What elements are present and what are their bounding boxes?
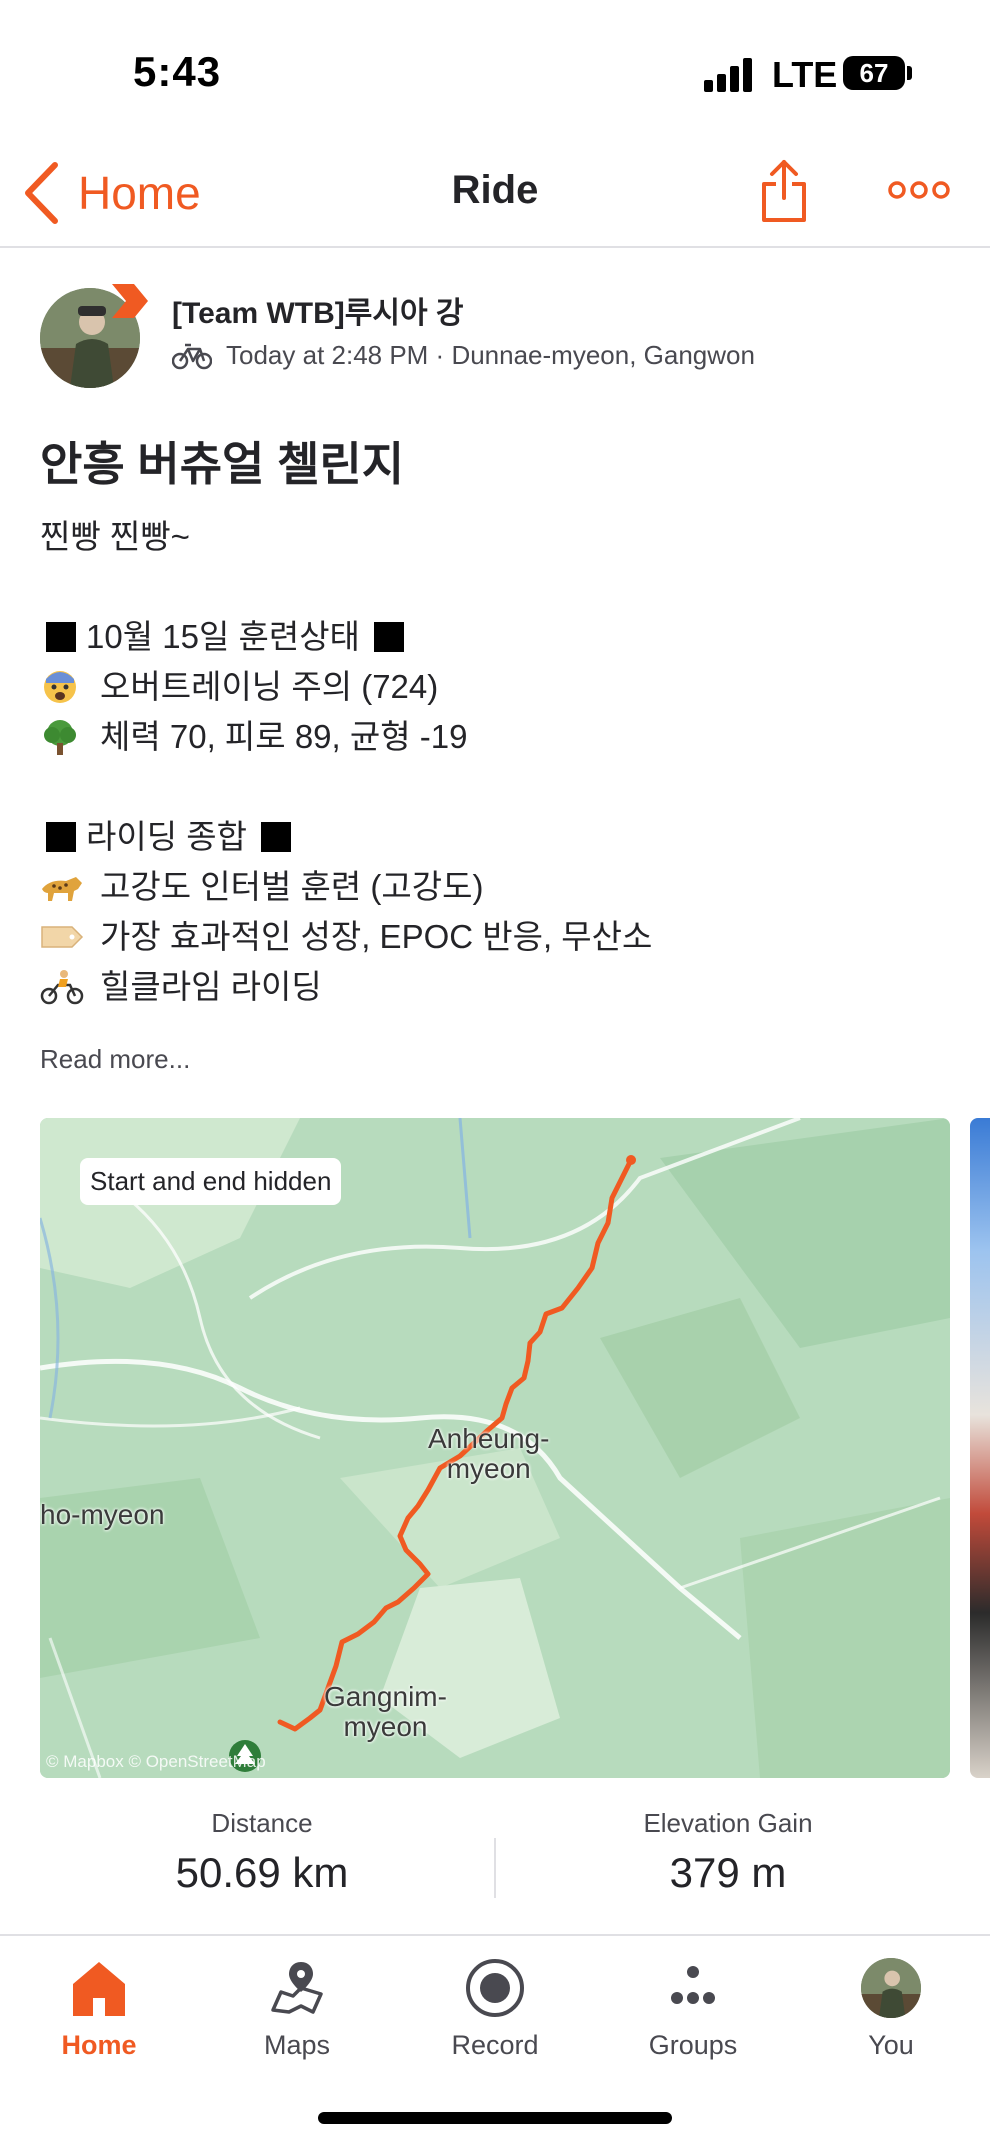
description-text: 고강도 인터벌 훈련 (고강도) (100, 868, 484, 905)
fearful-face-icon (44, 671, 76, 703)
status-time: 5:43 (133, 48, 222, 95)
section-title: 10월 15일 훈련상태 (86, 618, 360, 655)
black-square-icon (373, 622, 404, 652)
tab-maps[interactable]: Maps (198, 1950, 396, 2061)
section-title: 라이딩 종합 (86, 818, 247, 855)
top-nav: Home Ride (0, 140, 990, 248)
tab-record[interactable]: Record (396, 1950, 594, 2061)
battery-icon: 67 (843, 56, 905, 90)
stat-label: Elevation Gain (643, 1808, 813, 1838)
description-line: 라이딩 종합 (40, 812, 960, 862)
black-square-icon (260, 822, 291, 852)
bike-icon (172, 343, 212, 369)
network-label: LTE (772, 54, 838, 95)
page-title: Ride (451, 168, 539, 212)
activity-meta: Today at 2:48 PM · Dunnae-myeon, Gangwon (172, 340, 755, 371)
description-text: 체력 70, 피로 89, 균형 -19 (100, 718, 468, 755)
route-map[interactable]: Start and end hidden Anheung-myeon ho-my… (40, 1118, 950, 1778)
description-line: 오버트레이닝 주의 (724) (40, 662, 960, 712)
tab-you[interactable]: You (792, 1950, 990, 2061)
more-options-icon[interactable] (888, 178, 950, 202)
athlete-name[interactable]: [Team WTB]루시아 강 (172, 288, 464, 332)
stat-divider (494, 1838, 496, 1898)
record-icon (466, 1959, 524, 2017)
home-icon (73, 1962, 125, 2016)
avatar (861, 1958, 921, 2018)
map-place-label: Anheung-myeon (428, 1423, 550, 1484)
black-square-icon (46, 822, 76, 852)
stat-distance: Distance 50.69 km (52, 1808, 472, 1897)
black-square-icon (46, 622, 76, 652)
signal-icon (704, 58, 756, 92)
activity-meta-text: Today at 2:48 PM · Dunnae-myeon, Gangwon (226, 340, 755, 370)
label-tag-icon (41, 926, 84, 948)
battery-tip (907, 66, 912, 80)
leopard-icon (42, 877, 82, 901)
tree-icon (44, 720, 76, 755)
description-text: 힐클라임 라이딩 (100, 968, 322, 1005)
subscriber-badge-icon (112, 284, 148, 318)
groups-icon (671, 1966, 715, 2004)
activity-description: 찐빵 찐빵~ 10월 15일 훈련상태 오버트레이닝 주의 (724) 체력 7… (40, 512, 960, 1012)
description-line: 찐빵 찐빵~ (40, 518, 190, 555)
stat-value: 379 m (669, 1849, 787, 1896)
description-line: 고강도 인터벌 훈련 (고강도) (40, 862, 960, 912)
stat-label: Distance (211, 1808, 313, 1838)
activity-title[interactable]: 안흥 버츄얼 첼린지 (40, 428, 404, 494)
description-line: 10월 15일 훈련상태 (40, 612, 960, 662)
activity-stats: Distance 50.69 km Elevation Gain 379 m (0, 1808, 990, 1928)
description-line: 체력 70, 피로 89, 균형 -19 (40, 712, 960, 762)
status-bar: 5:43 LTE 67 (0, 0, 990, 140)
map-place-label: ho-myeon (40, 1499, 165, 1530)
mountain-biker-icon (40, 970, 84, 1005)
description-text: 오버트레이닝 주의 (724) (100, 668, 439, 705)
stat-elevation: Elevation Gain 379 m (518, 1808, 938, 1897)
stat-value: 50.69 km (175, 1849, 349, 1896)
tab-label: Maps (263, 2030, 331, 2060)
tab-label: Groups (648, 2030, 738, 2060)
tab-label: Home (61, 2030, 137, 2060)
tab-label: Record (451, 2030, 539, 2060)
map-place-label: Gangnim-myeon (324, 1681, 447, 1742)
tab-label: You (868, 2030, 914, 2060)
description-line: 가장 효과적인 성장, EPOC 반응, 무산소 (40, 912, 960, 962)
tab-home[interactable]: Home (0, 1950, 198, 2061)
home-indicator (318, 2112, 672, 2124)
share-icon[interactable] (760, 158, 808, 224)
map-attribution: © Mapbox © OpenStreetMap (46, 1752, 266, 1771)
map-icon (271, 1962, 323, 2014)
privacy-badge: Start and end hidden (80, 1158, 342, 1205)
tab-groups[interactable]: Groups (594, 1950, 792, 2061)
athlete-header: [Team WTB]루시아 강 Today at 2:48 PM · Dunna… (40, 282, 960, 392)
activity-photo-peek[interactable] (970, 1118, 990, 1778)
read-more-link[interactable]: Read more... (40, 1044, 190, 1075)
description-line: 힐클라임 라이딩 (40, 962, 960, 1012)
description-text: 가장 효과적인 성장, EPOC 반응, 무산소 (100, 918, 653, 955)
